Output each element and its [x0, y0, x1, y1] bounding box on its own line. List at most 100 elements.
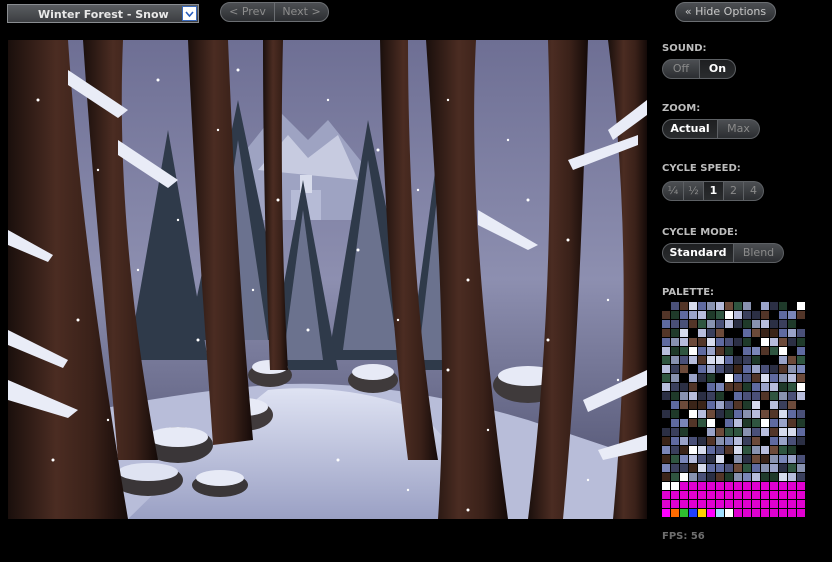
- palette-swatch[interactable]: [671, 428, 679, 436]
- palette-swatch[interactable]: [707, 455, 715, 463]
- palette-swatch[interactable]: [752, 311, 760, 319]
- palette-swatch[interactable]: [743, 320, 751, 328]
- palette-swatch[interactable]: [671, 374, 679, 382]
- palette-swatch[interactable]: [671, 491, 679, 499]
- palette-swatch[interactable]: [788, 491, 796, 499]
- palette-swatch[interactable]: [716, 446, 724, 454]
- palette-swatch[interactable]: [689, 392, 697, 400]
- palette-swatch[interactable]: [689, 374, 697, 382]
- palette-swatch[interactable]: [779, 410, 787, 418]
- palette-swatch[interactable]: [761, 482, 769, 490]
- palette-swatch[interactable]: [752, 446, 760, 454]
- palette-swatch[interactable]: [743, 374, 751, 382]
- palette-swatch[interactable]: [662, 464, 670, 472]
- palette-swatch[interactable]: [680, 500, 688, 508]
- palette-swatch[interactable]: [743, 365, 751, 373]
- palette-swatch[interactable]: [743, 392, 751, 400]
- palette-swatch[interactable]: [797, 383, 805, 391]
- palette-swatch[interactable]: [743, 482, 751, 490]
- palette-swatch[interactable]: [752, 392, 760, 400]
- palette-swatch[interactable]: [788, 455, 796, 463]
- palette-swatch[interactable]: [698, 446, 706, 454]
- palette-swatch[interactable]: [662, 320, 670, 328]
- palette-swatch[interactable]: [743, 473, 751, 481]
- palette-swatch[interactable]: [779, 356, 787, 364]
- palette-swatch[interactable]: [734, 383, 742, 391]
- palette-swatch[interactable]: [752, 302, 760, 310]
- palette-swatch[interactable]: [734, 473, 742, 481]
- palette-swatch[interactable]: [761, 437, 769, 445]
- cycle-speed-2-button[interactable]: 2: [724, 181, 744, 201]
- palette-swatch[interactable]: [716, 419, 724, 427]
- palette-swatch[interactable]: [761, 473, 769, 481]
- palette-swatch[interactable]: [797, 437, 805, 445]
- palette-swatch[interactable]: [680, 428, 688, 436]
- palette-swatch[interactable]: [707, 491, 715, 499]
- palette-swatch[interactable]: [761, 338, 769, 346]
- palette-swatch[interactable]: [779, 482, 787, 490]
- palette-swatch[interactable]: [734, 428, 742, 436]
- palette-swatch[interactable]: [797, 419, 805, 427]
- palette-swatch[interactable]: [752, 455, 760, 463]
- palette-swatch[interactable]: [680, 473, 688, 481]
- palette-swatch[interactable]: [680, 392, 688, 400]
- palette-swatch[interactable]: [698, 491, 706, 499]
- palette-swatch[interactable]: [788, 473, 796, 481]
- palette-swatch[interactable]: [662, 347, 670, 355]
- palette-swatch[interactable]: [797, 473, 805, 481]
- palette-swatch[interactable]: [761, 410, 769, 418]
- palette-swatch[interactable]: [725, 455, 733, 463]
- palette-swatch[interactable]: [662, 356, 670, 364]
- palette-swatch[interactable]: [671, 329, 679, 337]
- palette-swatch[interactable]: [680, 311, 688, 319]
- palette-swatch[interactable]: [725, 365, 733, 373]
- palette-swatch[interactable]: [689, 473, 697, 481]
- palette-swatch[interactable]: [770, 401, 778, 409]
- palette-swatch[interactable]: [725, 437, 733, 445]
- palette-swatch[interactable]: [662, 374, 670, 382]
- palette-swatch[interactable]: [698, 437, 706, 445]
- palette-swatch[interactable]: [770, 464, 778, 472]
- palette-swatch[interactable]: [716, 329, 724, 337]
- cycle-speed-1-button[interactable]: 1: [704, 181, 724, 201]
- palette-swatch[interactable]: [707, 365, 715, 373]
- palette-swatch[interactable]: [689, 383, 697, 391]
- palette-swatch[interactable]: [689, 455, 697, 463]
- palette-swatch[interactable]: [725, 419, 733, 427]
- palette-swatch[interactable]: [797, 374, 805, 382]
- palette-swatch[interactable]: [689, 329, 697, 337]
- palette-swatch[interactable]: [725, 500, 733, 508]
- palette-swatch[interactable]: [797, 446, 805, 454]
- palette-swatch[interactable]: [752, 347, 760, 355]
- palette-swatch[interactable]: [698, 401, 706, 409]
- palette-swatch[interactable]: [779, 509, 787, 517]
- palette-swatch[interactable]: [716, 401, 724, 409]
- palette-swatch[interactable]: [725, 428, 733, 436]
- palette-swatch[interactable]: [689, 419, 697, 427]
- palette-swatch[interactable]: [707, 401, 715, 409]
- palette-swatch[interactable]: [752, 428, 760, 436]
- palette-swatch[interactable]: [734, 365, 742, 373]
- palette-swatch[interactable]: [707, 392, 715, 400]
- palette-swatch[interactable]: [770, 410, 778, 418]
- palette-swatch[interactable]: [734, 437, 742, 445]
- palette-swatch[interactable]: [770, 482, 778, 490]
- palette-swatch[interactable]: [770, 473, 778, 481]
- palette-swatch[interactable]: [698, 320, 706, 328]
- palette-grid[interactable]: [662, 302, 806, 524]
- palette-swatch[interactable]: [788, 428, 796, 436]
- palette-swatch[interactable]: [797, 302, 805, 310]
- palette-swatch[interactable]: [734, 302, 742, 310]
- palette-swatch[interactable]: [671, 509, 679, 517]
- palette-swatch[interactable]: [770, 302, 778, 310]
- palette-swatch[interactable]: [770, 329, 778, 337]
- palette-swatch[interactable]: [788, 302, 796, 310]
- palette-swatch[interactable]: [716, 392, 724, 400]
- palette-swatch[interactable]: [752, 482, 760, 490]
- palette-swatch[interactable]: [761, 401, 769, 409]
- scene-canvas[interactable]: [8, 40, 647, 519]
- palette-swatch[interactable]: [779, 455, 787, 463]
- palette-swatch[interactable]: [698, 365, 706, 373]
- palette-swatch[interactable]: [770, 437, 778, 445]
- palette-swatch[interactable]: [716, 338, 724, 346]
